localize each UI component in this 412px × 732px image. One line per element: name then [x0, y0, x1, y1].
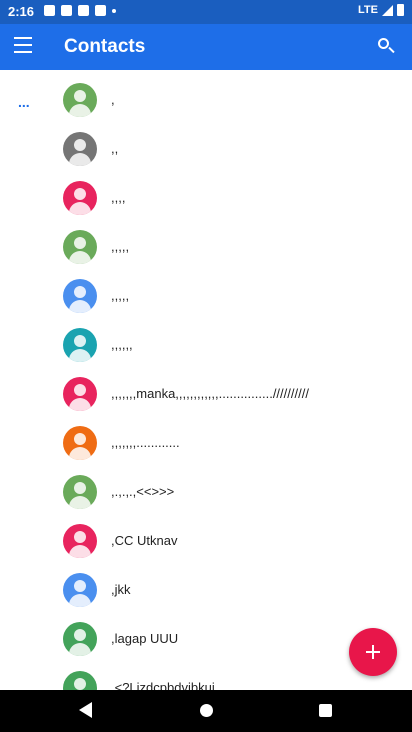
avatar [63, 181, 97, 215]
notification-icons [44, 5, 116, 16]
contact-name: ,,,,,,,manka,,,,,,,,,,,,.............../… [111, 386, 309, 401]
avatar [63, 573, 97, 607]
contact-row[interactable]: ,,,,, [0, 271, 412, 320]
hamburger-menu-icon[interactable] [14, 37, 34, 57]
battery-icon [397, 4, 404, 16]
person-icon [74, 482, 86, 494]
avatar [63, 279, 97, 313]
navigation-bar [0, 690, 412, 732]
contact-row[interactable]: ,,,,,, [0, 320, 412, 369]
contact-name: ,,,,, [111, 288, 130, 303]
status-bar: 2:16 LTE [0, 0, 412, 24]
contact-name: ,<?Lizdcpbdvibkui [111, 680, 215, 690]
app-bar: Contacts [0, 24, 412, 70]
contact-row[interactable]: ,,,,, [0, 222, 412, 271]
home-circle-icon[interactable] [200, 704, 213, 717]
notification-icon [44, 5, 55, 16]
avatar [63, 377, 97, 411]
contact-list[interactable]: ... ,,,,,,,,,,,,,,,,,,,,,,, ,,,,,,,manka,… [0, 70, 412, 690]
contact-name: , [111, 92, 115, 107]
recents-square-icon[interactable] [319, 704, 332, 717]
person-icon [74, 188, 86, 200]
person-icon [74, 384, 86, 396]
contact-row[interactable]: ,.,.,.,<<>>> [0, 467, 412, 516]
contact-name: ,,,,,, [111, 337, 133, 352]
notification-dot-icon [112, 9, 116, 13]
contact-row[interactable]: , [0, 75, 412, 124]
person-icon [74, 286, 86, 298]
avatar [63, 83, 97, 117]
person-icon [74, 237, 86, 249]
contact-name: ,lagap UUU [111, 631, 179, 646]
avatar [63, 132, 97, 166]
person-icon [74, 433, 86, 445]
avatar [63, 475, 97, 509]
contact-row[interactable]: ,CC Utknav [0, 516, 412, 565]
person-icon [74, 629, 86, 641]
person-icon [74, 90, 86, 102]
avatar [63, 230, 97, 264]
status-time: 2:16 [8, 4, 35, 19]
contact-row[interactable]: ,<?Lizdcpbdvibkui [0, 663, 412, 690]
add-contact-button[interactable] [349, 628, 397, 676]
avatar [63, 622, 97, 656]
page-title: Contacts [64, 36, 146, 57]
contact-row[interactable]: ,,,,,,,manka,,,,,,,,,,,,.............../… [0, 369, 412, 418]
contact-name: ,,,,, [111, 239, 130, 254]
person-icon [74, 678, 86, 690]
person-icon [74, 580, 86, 592]
contact-name: ,jkk [111, 582, 131, 597]
contact-row[interactable]: ,,,,,,,............ [0, 418, 412, 467]
contact-name: ,,,, [111, 190, 126, 205]
contact-name: ,,,,,,,............ [111, 435, 180, 450]
contact-row[interactable]: ,jkk [0, 565, 412, 614]
person-icon [74, 139, 86, 151]
avatar [63, 671, 97, 690]
avatar [63, 328, 97, 362]
signal-icon [382, 4, 393, 16]
contact-row[interactable]: ,, [0, 124, 412, 173]
notification-icon [78, 5, 89, 16]
avatar [63, 524, 97, 558]
person-icon [74, 335, 86, 347]
notification-icon [95, 5, 106, 16]
contact-name: ,.,.,.,<<>>> [111, 484, 175, 499]
person-icon [74, 531, 86, 543]
network-label: LTE [358, 4, 378, 16]
notification-icon [61, 5, 72, 16]
avatar [63, 426, 97, 460]
contact-name: ,CC Utknav [111, 533, 178, 548]
contact-name: ,, [111, 141, 119, 156]
back-triangle-icon[interactable] [79, 702, 92, 718]
status-right: LTE [358, 4, 404, 16]
contact-row[interactable]: ,,,, [0, 173, 412, 222]
search-icon[interactable] [374, 34, 400, 60]
